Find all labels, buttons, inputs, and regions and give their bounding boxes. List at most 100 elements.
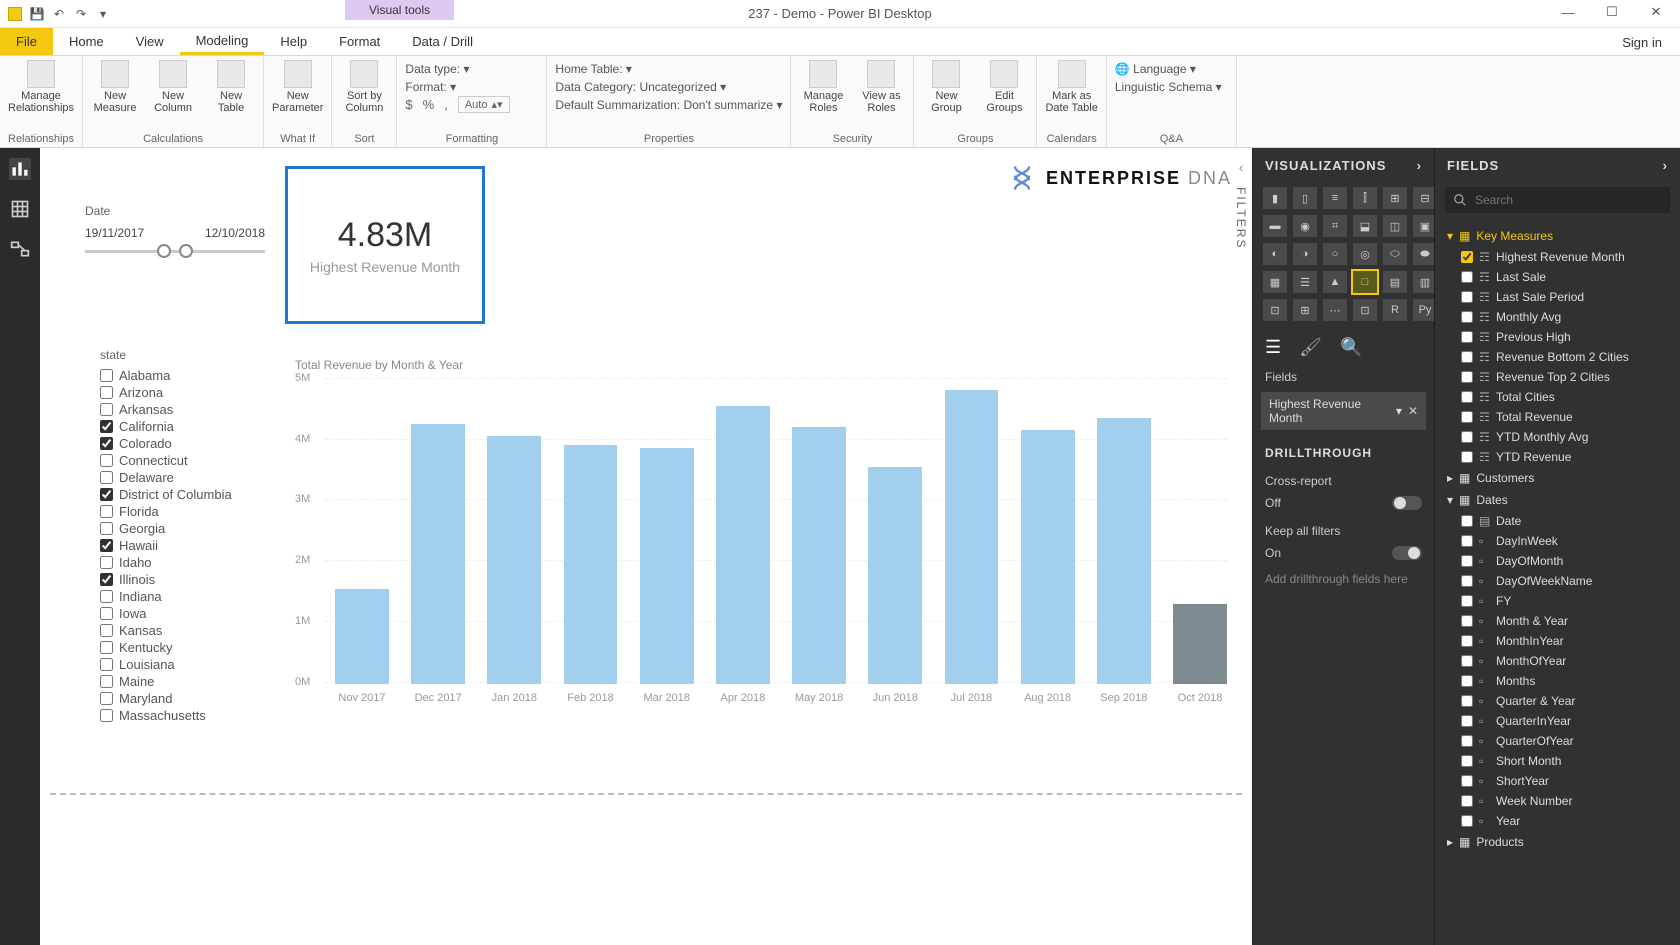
- viz-type-10[interactable]: ◫: [1383, 215, 1407, 237]
- card-visual-selected[interactable]: 4.83M Highest Revenue Month: [285, 166, 485, 324]
- bar-chart-visual[interactable]: Total Revenue by Month & Year 0M1M2M3M4M…: [295, 358, 1227, 718]
- viz-type-3[interactable]: ⫿: [1353, 187, 1377, 209]
- field-item[interactable]: ☶YTD Revenue: [1445, 447, 1670, 467]
- field-checkbox[interactable]: [1461, 655, 1473, 667]
- state-checkbox[interactable]: [100, 590, 113, 603]
- tab-home[interactable]: Home: [53, 28, 120, 55]
- field-item[interactable]: ▫MonthOfYear: [1445, 651, 1670, 671]
- viz-type-16[interactable]: ⬭: [1383, 243, 1407, 265]
- state-item[interactable]: Arkansas: [100, 402, 260, 417]
- state-item[interactable]: Maryland: [100, 691, 260, 706]
- state-item[interactable]: Indiana: [100, 589, 260, 604]
- state-checkbox[interactable]: [100, 420, 113, 433]
- state-item[interactable]: Iowa: [100, 606, 260, 621]
- date-thumb-to[interactable]: [179, 244, 193, 258]
- edit-groups-button[interactable]: Edit Groups: [980, 60, 1028, 114]
- bar[interactable]: Feb 2018: [564, 445, 618, 684]
- state-checkbox[interactable]: [100, 607, 113, 620]
- keep-filters-toggle[interactable]: [1392, 546, 1422, 560]
- field-checkbox[interactable]: [1461, 251, 1473, 263]
- state-checkbox[interactable]: [100, 624, 113, 637]
- viz-type-18[interactable]: ▦: [1263, 271, 1287, 293]
- data-category-dropdown[interactable]: Data Category: Uncategorized ▾: [555, 78, 782, 96]
- redo-icon[interactable]: ↷: [74, 7, 88, 21]
- date-slicer[interactable]: Date 19/11/2017 12/10/2018: [85, 204, 265, 253]
- viz-type-8[interactable]: ⌗: [1323, 215, 1347, 237]
- field-checkbox[interactable]: [1461, 351, 1473, 363]
- currency-button[interactable]: $: [405, 97, 412, 112]
- language-dropdown[interactable]: 🌐 Language ▾: [1115, 60, 1228, 78]
- linguistic-schema-dropdown[interactable]: Linguistic Schema ▾: [1115, 78, 1228, 96]
- viz-type-22[interactable]: ▤: [1383, 271, 1407, 293]
- sort-by-column-button[interactable]: Sort by Column: [340, 60, 388, 114]
- fields-search[interactable]: [1445, 187, 1670, 213]
- state-item[interactable]: Kentucky: [100, 640, 260, 655]
- sign-in-link[interactable]: Sign in: [1622, 28, 1662, 56]
- table-header[interactable]: ▾▦Key Measures: [1445, 225, 1670, 247]
- field-checkbox[interactable]: [1461, 271, 1473, 283]
- bar[interactable]: Oct 2018: [1173, 604, 1227, 684]
- tab-file[interactable]: File: [0, 28, 53, 55]
- field-checkbox[interactable]: [1461, 635, 1473, 647]
- new-column-button[interactable]: New Column: [149, 60, 197, 114]
- tab-help[interactable]: Help: [264, 28, 323, 55]
- viz-type-20[interactable]: ▲: [1323, 271, 1347, 293]
- viz-type-0[interactable]: ▮: [1263, 187, 1287, 209]
- chevron-right-icon[interactable]: ›: [1663, 158, 1668, 173]
- default-summarization-dropdown[interactable]: Default Summarization: Don't summarize ▾: [555, 96, 782, 114]
- state-item[interactable]: California: [100, 419, 260, 434]
- state-item[interactable]: Connecticut: [100, 453, 260, 468]
- viz-type-2[interactable]: ≡: [1323, 187, 1347, 209]
- field-checkbox[interactable]: [1461, 735, 1473, 747]
- tab-modeling[interactable]: Modeling: [180, 28, 265, 55]
- field-checkbox[interactable]: [1461, 451, 1473, 463]
- field-chip-highest-revenue[interactable]: Highest Revenue Month ▾✕: [1261, 392, 1426, 430]
- decimal-auto[interactable]: Auto ▴▾: [458, 96, 510, 113]
- field-checkbox[interactable]: [1461, 391, 1473, 403]
- bar[interactable]: Jul 2018: [945, 390, 999, 684]
- field-item[interactable]: ▫DayOfMonth: [1445, 551, 1670, 571]
- report-canvas[interactable]: ENTERPRISE DNA Date 19/11/2017 12/10/201…: [40, 148, 1252, 945]
- new-group-button[interactable]: New Group: [922, 60, 970, 114]
- minimize-button[interactable]: —: [1548, 0, 1588, 24]
- state-item[interactable]: Maine: [100, 674, 260, 689]
- viz-type-4[interactable]: ⊞: [1383, 187, 1407, 209]
- field-item[interactable]: ☶Total Cities: [1445, 387, 1670, 407]
- viz-type-27[interactable]: ⊡: [1353, 299, 1377, 321]
- field-item[interactable]: ▫Short Month: [1445, 751, 1670, 771]
- viz-type-7[interactable]: ◉: [1293, 215, 1317, 237]
- field-item[interactable]: ▫QuarterInYear: [1445, 711, 1670, 731]
- viz-type-14[interactable]: ○: [1323, 243, 1347, 265]
- bar[interactable]: Nov 2017: [335, 589, 389, 684]
- field-item[interactable]: ▫Year: [1445, 811, 1670, 831]
- field-item[interactable]: ▫ShortYear: [1445, 771, 1670, 791]
- field-checkbox[interactable]: [1461, 535, 1473, 547]
- viz-type-25[interactable]: ⊞: [1293, 299, 1317, 321]
- state-item[interactable]: Colorado: [100, 436, 260, 451]
- viz-type-19[interactable]: ☰: [1293, 271, 1317, 293]
- viz-type-21[interactable]: □: [1353, 271, 1377, 293]
- data-view-icon[interactable]: [9, 198, 31, 220]
- field-item[interactable]: ☶Highest Revenue Month: [1445, 247, 1670, 267]
- field-item[interactable]: ▫Months: [1445, 671, 1670, 691]
- state-checkbox[interactable]: [100, 556, 113, 569]
- report-view-icon[interactable]: [9, 158, 31, 180]
- field-item[interactable]: ▫DayInWeek: [1445, 531, 1670, 551]
- format-tab-icon[interactable]: 🖌: [1299, 337, 1322, 358]
- state-item[interactable]: Kansas: [100, 623, 260, 638]
- field-item[interactable]: ☶Last Sale: [1445, 267, 1670, 287]
- viz-type-1[interactable]: ▯: [1293, 187, 1317, 209]
- bar[interactable]: Dec 2017: [411, 424, 465, 684]
- manage-relationships-button[interactable]: Manage Relationships: [8, 60, 74, 114]
- state-checkbox[interactable]: [100, 471, 113, 484]
- field-checkbox[interactable]: [1461, 775, 1473, 787]
- field-item[interactable]: ▫DayOfWeekName: [1445, 571, 1670, 591]
- state-checkbox[interactable]: [100, 709, 113, 722]
- bar[interactable]: Mar 2018: [640, 448, 694, 684]
- field-checkbox[interactable]: [1461, 675, 1473, 687]
- date-slider-track[interactable]: [85, 250, 265, 253]
- field-checkbox[interactable]: [1461, 575, 1473, 587]
- cross-report-toggle[interactable]: [1392, 496, 1422, 510]
- state-checkbox[interactable]: [100, 539, 113, 552]
- state-checkbox[interactable]: [100, 454, 113, 467]
